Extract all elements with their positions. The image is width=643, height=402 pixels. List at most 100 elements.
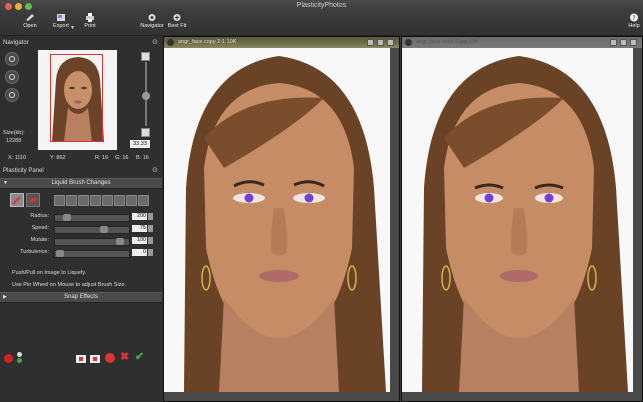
- export-dropdown-icon[interactable]: ▼: [70, 25, 75, 31]
- best-fit-button[interactable]: Best Fit: [166, 11, 188, 35]
- svg-text:?: ?: [632, 15, 635, 22]
- tool-push-left[interactable]: [54, 195, 65, 206]
- zoom-slider-thumb[interactable]: [142, 92, 150, 100]
- document-2-icon: [405, 39, 412, 46]
- size-value: 12288: [6, 138, 22, 144]
- param-slider[interactable]: [54, 214, 130, 222]
- smudge-brush-button[interactable]: [26, 193, 40, 207]
- gear-icon: [148, 14, 156, 21]
- hint-liquify: Push/Pull on Image to Liquefy.: [12, 270, 87, 276]
- pixel-g-readout: G: 16: [115, 155, 129, 161]
- best-fit-label: Best Fit: [167, 23, 187, 29]
- document-1-maximize-button[interactable]: [377, 39, 384, 46]
- apply-icon[interactable]: ✔: [135, 350, 144, 363]
- tool-push-right[interactable]: [66, 195, 77, 206]
- navigator-label: Navigator: [140, 23, 164, 29]
- document-2-close-button[interactable]: [630, 39, 637, 46]
- size-label: Size(kb):: [3, 130, 25, 136]
- plasticity-panel-title: Plasticity Panel: [3, 168, 44, 174]
- traffic-light-icon[interactable]: [16, 352, 23, 364]
- navigator-button[interactable]: Navigator: [138, 11, 166, 35]
- param-value-field[interactable]: 0: [132, 249, 147, 256]
- virus-icon[interactable]: [4, 354, 13, 363]
- param-slider[interactable]: [54, 226, 130, 234]
- export-icon: [57, 14, 65, 21]
- navigator-info-button[interactable]: [5, 88, 19, 102]
- param-stepper[interactable]: [148, 225, 153, 232]
- title-bar: PlasticityPhotos: [0, 0, 643, 11]
- param-value-field[interactable]: 75: [132, 225, 147, 232]
- zoom-out-button[interactable]: [141, 128, 150, 137]
- navigator-view-rectangle[interactable]: [50, 54, 103, 142]
- export-label: Export: [53, 23, 69, 29]
- smudge-icon: [29, 197, 37, 203]
- tool-expand[interactable]: [78, 195, 89, 206]
- zoom-value-field[interactable]: 33.33: [130, 140, 150, 148]
- document-window-1[interactable]: angr_face copy 2-1 10K: [163, 36, 400, 402]
- param-value-field[interactable]: 100: [132, 237, 147, 244]
- param-slider-thumb[interactable]: [100, 226, 108, 233]
- param-stepper[interactable]: [148, 237, 153, 244]
- param-slider[interactable]: [54, 250, 130, 258]
- document-2-vertical-scrollbar[interactable]: [633, 48, 642, 392]
- param-stepper[interactable]: [148, 249, 153, 256]
- param-label: Mutate:: [30, 237, 49, 243]
- export-button[interactable]: Export: [48, 11, 74, 35]
- document-2-maximize-button[interactable]: [620, 39, 627, 46]
- tool-freeze[interactable]: [138, 195, 149, 206]
- tool-restore[interactable]: [126, 195, 137, 206]
- document-1-close-button[interactable]: [387, 39, 394, 46]
- stop-icon[interactable]: [105, 353, 115, 363]
- navigator-zoom-in-button[interactable]: [5, 52, 19, 66]
- tool-shrink[interactable]: [90, 195, 101, 206]
- document-1-photo[interactable]: [164, 48, 390, 392]
- snap-expand-icon: ▶: [3, 294, 7, 300]
- param-label: Turbulence:: [20, 249, 49, 255]
- param-slider-thumb[interactable]: [63, 214, 71, 221]
- document-2-header[interactable]: angr_face copy 2.jpg 10K: [402, 37, 642, 48]
- document-2-minimize-button[interactable]: [610, 39, 617, 46]
- navigator-thumbnail[interactable]: [38, 50, 117, 150]
- help-label: Help: [628, 23, 640, 29]
- document-2-horizontal-scrollbar[interactable]: [402, 392, 642, 401]
- document-2-photo[interactable]: [402, 48, 633, 392]
- document-1-horizontal-scrollbar[interactable]: [164, 392, 399, 401]
- tool-twirl[interactable]: [102, 195, 113, 206]
- param-value-field[interactable]: 200: [132, 213, 147, 220]
- help-button[interactable]: ? Help: [626, 11, 642, 35]
- print-button[interactable]: Print: [80, 11, 100, 35]
- document-window-2[interactable]: angr_face copy 2.jpg 10K: [401, 36, 643, 402]
- open-button[interactable]: Open: [18, 11, 42, 35]
- tool-smooth[interactable]: [114, 195, 125, 206]
- snap-effects-section-header[interactable]: ▶ Snap Effects: [0, 292, 162, 303]
- section-collapse-icon: ▼: [3, 180, 8, 186]
- open-icon: [26, 14, 34, 21]
- liquid-brush-section-header[interactable]: ▼ Liquid Brush Changes: [0, 178, 162, 189]
- navigator-settings-icon[interactable]: ⊙: [152, 38, 158, 46]
- push-brush-button[interactable]: [10, 193, 24, 207]
- navigator-reset-button[interactable]: [5, 70, 19, 84]
- toolbar: Open Export ▼ Print Navigator Best Fit ?…: [0, 11, 643, 36]
- cancel-icon[interactable]: ✖: [120, 350, 129, 363]
- param-slider-thumb[interactable]: [56, 250, 64, 257]
- liquid-brush-section-title: Liquid Brush Changes: [51, 180, 111, 186]
- document-1-vertical-scrollbar[interactable]: [390, 48, 399, 392]
- mail-send-icon[interactable]: [90, 355, 100, 363]
- printer-icon: [86, 13, 94, 22]
- param-slider[interactable]: [54, 238, 130, 246]
- param-stepper[interactable]: [148, 213, 153, 220]
- mail-icon[interactable]: [76, 355, 86, 363]
- best-fit-icon: [173, 14, 181, 21]
- param-slider-thumb[interactable]: [116, 238, 124, 245]
- plasticity-settings-icon[interactable]: ⊙: [152, 166, 158, 174]
- document-1-header[interactable]: angr_face copy 2-1 10K: [164, 37, 399, 48]
- document-1-minimize-button[interactable]: [367, 39, 374, 46]
- close-window-button[interactable]: [5, 3, 12, 10]
- zoom-in-button[interactable]: [141, 52, 150, 61]
- zoom-window-button[interactable]: [25, 3, 32, 10]
- navigator-title: Navigator: [3, 40, 29, 46]
- hint-brush-size: Use Pin Wheel on Mouse to adjust Brush S…: [12, 282, 127, 288]
- document-1-icon: [167, 39, 174, 46]
- minimize-window-button[interactable]: [15, 3, 22, 10]
- snap-effects-title: Snap Effects: [64, 294, 98, 300]
